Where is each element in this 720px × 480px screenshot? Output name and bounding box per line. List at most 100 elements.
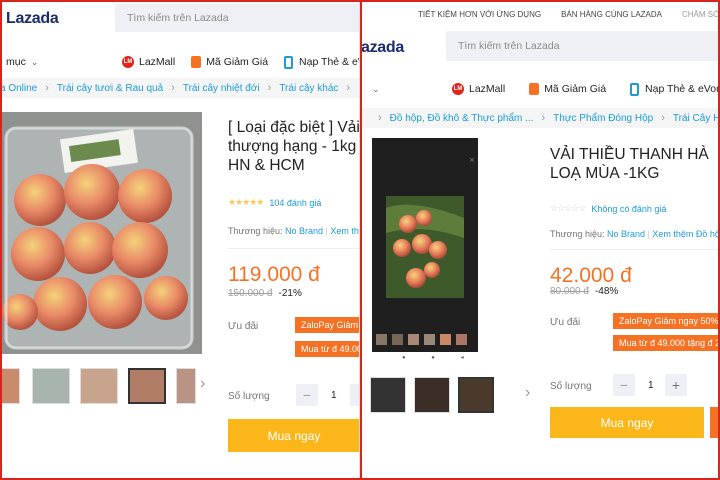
product-title: VẢI THIỀU THANH HÀ LOẠ MÙA -1KG (550, 146, 709, 182)
quantity-value[interactable]: 1 (331, 390, 337, 401)
chevron-down-icon: ⌄ (30, 56, 39, 67)
voucher-link[interactable]: Mã Giảm Giá (529, 83, 606, 95)
star-rating-icon: ★★★★★ (228, 197, 264, 207)
price: 119.000 đ (228, 263, 320, 286)
old-price: 80.000 đ (550, 286, 589, 297)
left-screenshot: Lazada Tìm kiếm trên Lazada mục ⌄ LM LazMa… (0, 0, 360, 480)
thumbnail[interactable] (80, 368, 118, 404)
promo-badge[interactable]: Mua từ đ 49.00 (295, 341, 359, 357)
voucher-label: Mã Giảm Giá (206, 56, 269, 68)
voucher-label: Mã Giảm Giá (544, 83, 607, 95)
buy-now-button[interactable]: Mua ngay (550, 407, 704, 438)
rating[interactable]: ☆☆☆☆☆ Không có đánh giá (550, 203, 666, 214)
lazmall-link[interactable]: LM LazMall (452, 83, 505, 95)
breadcrumb-item[interactable]: a Online (0, 83, 37, 94)
buy-now-button[interactable]: Mua ngay (228, 419, 359, 452)
thumbnail[interactable] (370, 377, 406, 413)
promo-badge[interactable]: ZaloPay Giảm (295, 317, 359, 333)
voucher-link[interactable]: Mã Giảm Giá (191, 56, 268, 68)
next-arrow-icon[interactable]: › (200, 375, 205, 393)
star-rating-icon: ☆☆☆☆☆ (550, 203, 586, 213)
quantity-increase-button[interactable] (350, 384, 359, 406)
category-menu-label: mục (6, 56, 26, 68)
topup-link[interactable]: Nạp Thẻ & eV (284, 55, 360, 69)
lazmall-icon: LM (122, 56, 134, 68)
quantity-decrease-button[interactable]: − (613, 374, 635, 396)
top-nav: mục ⌄ (6, 55, 58, 69)
breadcrumb-item[interactable]: Trái Cây Hộp (673, 113, 718, 124)
promo-badge[interactable]: Mua từ đ 49.000 tặng đ 20 (613, 335, 718, 351)
product-image[interactable]: × (372, 138, 478, 352)
divider (228, 248, 359, 249)
brand-link[interactable]: No Brand (285, 226, 323, 236)
brand-row: Thương hiệu: No Brand | Xem thêm Đồ hộp, (550, 229, 718, 239)
offer-label: Ưu đãi (228, 321, 259, 332)
right-screenshot: TIẾT KIỆM HƠN VỚI ỨNG DỤNG BÁN HÀNG CÙNG… (360, 0, 720, 480)
product-image[interactable] (0, 112, 202, 354)
thumbnail[interactable] (0, 368, 20, 404)
svg-text:×: × (469, 156, 475, 164)
topbar-link[interactable]: BÁN HÀNG CÙNG LAZADA (561, 10, 662, 19)
voucher-icon (191, 56, 202, 68)
brand-label: Thương hiệu: (550, 229, 605, 239)
thumbnail[interactable] (176, 368, 196, 404)
category-menu[interactable]: ⌄ (372, 82, 380, 96)
topbar-link[interactable]: CHĂM SÓ (682, 10, 718, 19)
breadcrumb-item[interactable]: Thực Phẩm Đóng Hộp (553, 113, 653, 124)
breadcrumb: a Online › Trái cây tươi & Rau quả › Trái … (0, 78, 359, 98)
add-to-cart-button[interactable] (710, 407, 718, 438)
voucher-icon (529, 83, 540, 95)
quantity-label: Số lượng (550, 381, 592, 392)
brand-label: Thương hiệu: (228, 226, 283, 236)
search-input[interactable]: Tìm kiếm trên Lazada (446, 31, 718, 61)
breadcrumb-item[interactable]: Trái cây khác (279, 83, 338, 94)
gallery-dots: ● ● ◂ (402, 355, 476, 361)
thumbnail-selected[interactable] (128, 368, 166, 404)
product-title: [ Loại đặc biệt ] Vải thượng hạng - 1kg … (228, 119, 360, 174)
brand-link[interactable]: No Brand (607, 229, 645, 239)
chevron-right-icon: › (171, 82, 175, 94)
lazmall-link[interactable]: LM LazMall (122, 56, 175, 68)
breadcrumb-item[interactable]: Đồ hộp, Đồ khô & Thực phẩm ... (390, 113, 534, 124)
offer-label: Ưu đãi (550, 317, 581, 328)
chevron-right-icon: › (541, 112, 546, 124)
phone-icon (630, 82, 640, 96)
thumbnail[interactable] (414, 377, 450, 413)
original-price: 150.000 đ -21% (228, 288, 302, 299)
more-from-brand-link[interactable]: Xem thêm Đồ hộp, (652, 229, 718, 239)
service-nav: LM LazMall Mã Giảm Giá Nạp Thẻ & eV (122, 55, 360, 69)
top-bar: TIẾT KIỆM HƠN VỚI ỨNG DỤNG BÁN HÀNG CÙNG… (362, 2, 718, 26)
topup-link[interactable]: Nạp Thẻ & eVoucher (630, 82, 720, 96)
breadcrumb-item[interactable]: Trái cây tươi & Rau quả (57, 83, 163, 94)
category-menu[interactable]: mục ⌄ (6, 56, 38, 68)
breadcrumb: › Đồ hộp, Đồ khô & Thực phẩm ... › Thực P… (362, 108, 718, 128)
topup-label: Nạp Thẻ & eV (299, 56, 360, 68)
lychee-box-photo (0, 112, 202, 354)
lazada-logo[interactable]: Lazada (6, 10, 59, 28)
breadcrumb-item[interactable]: Trái cây nhiệt đới (183, 83, 260, 94)
promo-badge[interactable]: ZaloPay Giảm ngay 50% (613, 313, 718, 329)
chevron-right-icon: › (267, 82, 272, 94)
lazmall-label: LazMall (139, 56, 176, 68)
price: 42.000 đ (550, 264, 632, 287)
more-from-brand-link[interactable]: Xem th (330, 226, 359, 236)
rating[interactable]: ★★★★★ 104 đánh giá (228, 197, 321, 208)
chevron-right-icon: › (45, 82, 49, 94)
quantity-decrease-button[interactable]: − (296, 384, 318, 406)
lazada-logo[interactable]: azada (362, 39, 404, 57)
service-nav: LM LazMall Mã Giảm Giá Nạp Thẻ & eVoucher (452, 82, 720, 96)
topup-label: Nạp Thẻ & eVoucher (645, 83, 720, 95)
original-price: 80.000 đ -48% (550, 286, 618, 297)
discount-percent: -48% (594, 286, 619, 297)
chevron-right-icon: › (378, 112, 382, 124)
search-input[interactable]: Tìm kiếm trên Lazada (115, 4, 359, 32)
lazmall-icon: LM (452, 83, 464, 95)
chevron-down-icon: ⌄ (372, 83, 380, 94)
next-arrow-icon[interactable]: › (525, 384, 530, 402)
thumbnail[interactable] (32, 368, 70, 404)
quantity-value[interactable]: 1 (648, 380, 654, 391)
thumbnail-selected[interactable] (458, 377, 494, 413)
quantity-label: Số lượng (228, 391, 270, 402)
quantity-increase-button[interactable]: + (665, 374, 687, 396)
topbar-link[interactable]: TIẾT KIỆM HƠN VỚI ỨNG DỤNG (418, 10, 541, 19)
